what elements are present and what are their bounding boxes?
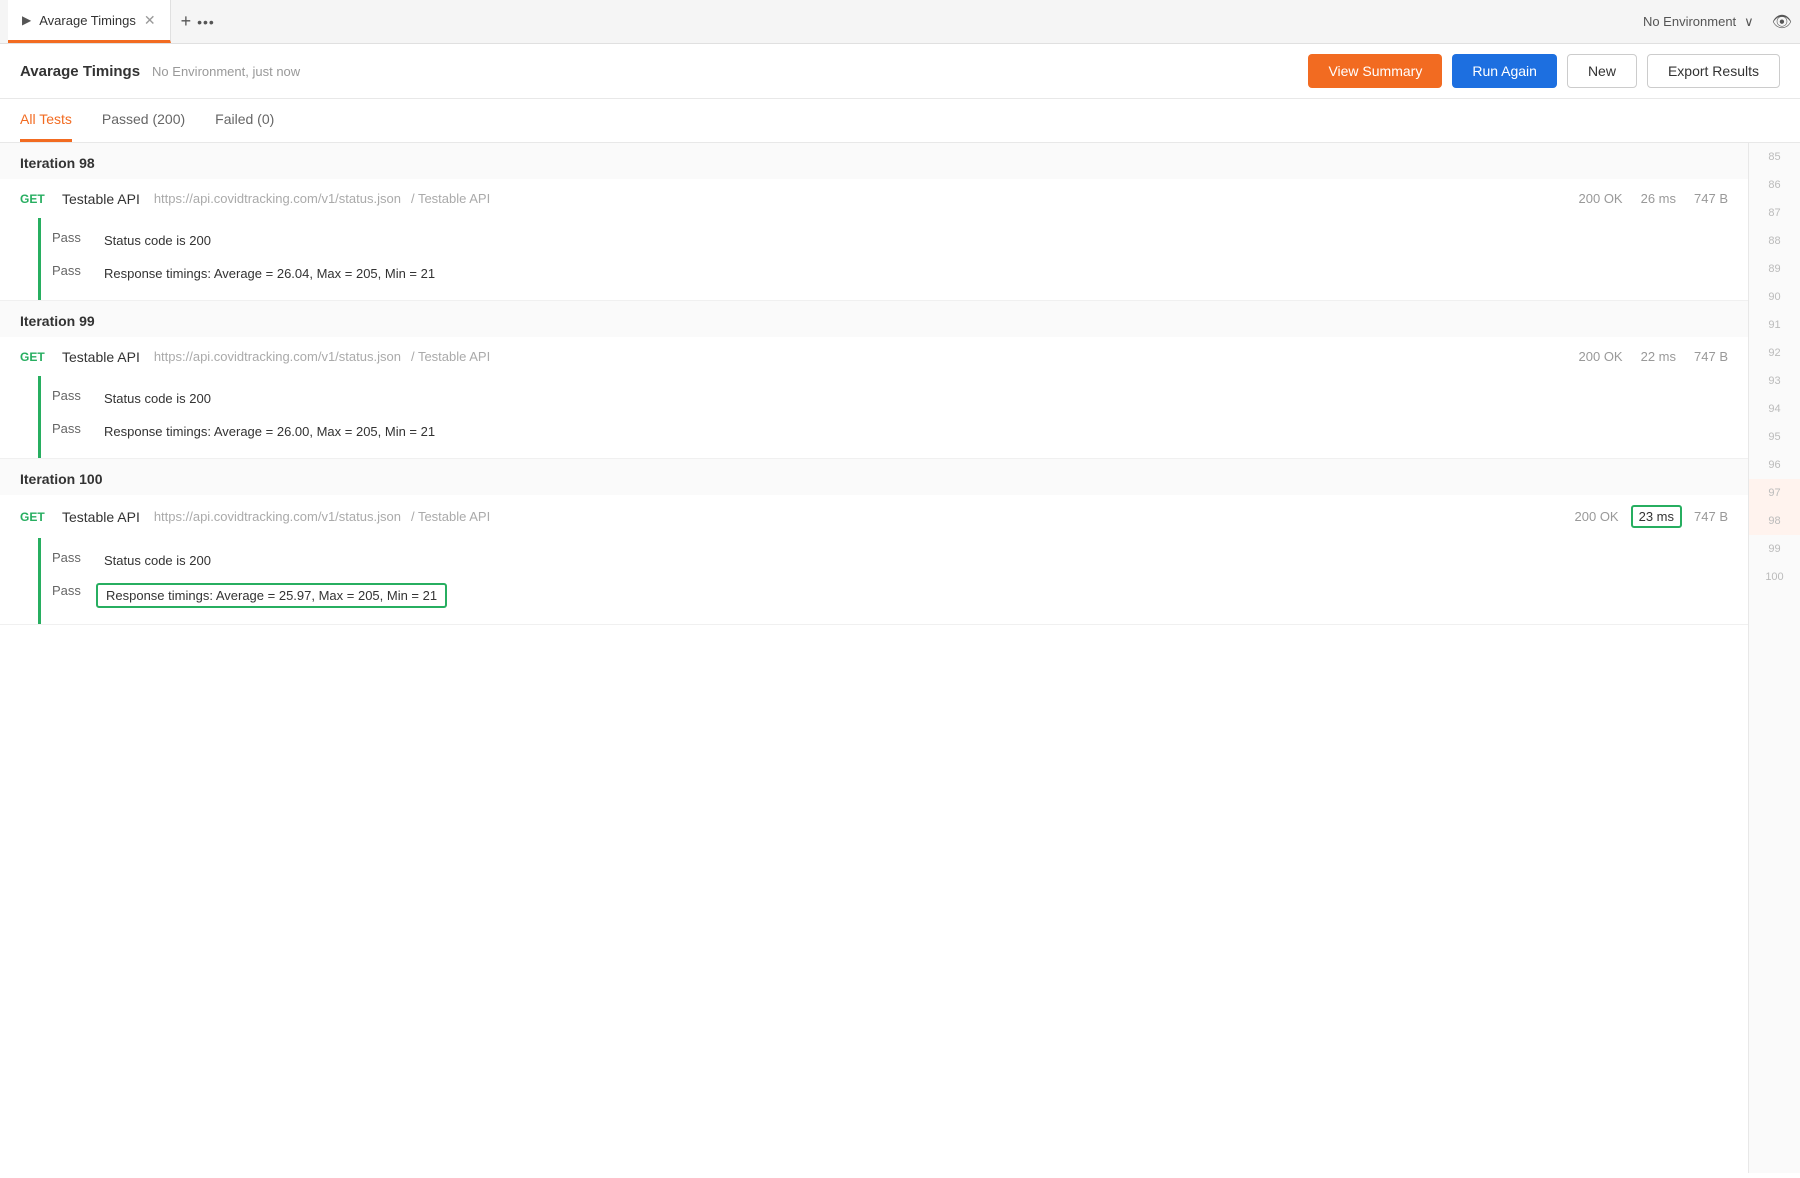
line-number-97: 97 (1749, 479, 1800, 507)
request-meta-99: 200 OK 22 ms 747 B (1579, 347, 1728, 366)
request-path-99: / Testable API (411, 349, 490, 364)
line-number-100: 100 (1749, 563, 1800, 591)
line-number-86: 86 (1749, 171, 1800, 199)
export-results-button[interactable]: Export Results (1647, 54, 1780, 88)
request-row-100[interactable]: GET Testable API https://api.covidtracki… (0, 495, 1748, 538)
tab-passed[interactable]: Passed (200) (102, 99, 185, 142)
request-name-99: Testable API (62, 349, 140, 365)
method-badge-100: GET (20, 510, 52, 524)
status-98: 200 OK (1579, 191, 1623, 206)
request-row-99[interactable]: GET Testable API https://api.covidtracki… (0, 337, 1748, 376)
chevron-down-icon: ∨ (1744, 14, 1754, 30)
new-button[interactable]: New (1567, 54, 1637, 88)
header-actions: View Summary Run Again New Export Result… (1308, 54, 1780, 88)
test-item-100-1: Pass Response timings: Average = 25.97, … (52, 577, 1728, 614)
pass-label-98-1: Pass (52, 263, 84, 278)
request-row-98[interactable]: GET Testable API https://api.covidtracki… (0, 179, 1748, 218)
line-numbers-sidebar: 858687888990919293949596979899100 (1748, 143, 1800, 1173)
test-results-content: Iteration 98 GET Testable API https://ap… (0, 143, 1748, 1173)
line-number-92: 92 (1749, 339, 1800, 367)
line-number-85: 85 (1749, 143, 1800, 171)
collection-title: Avarage Timings (20, 63, 140, 80)
line-number-98: 98 (1749, 507, 1800, 535)
line-number-93: 93 (1749, 367, 1800, 395)
pass-label-99-0: Pass (52, 388, 84, 403)
pass-label-100-0: Pass (52, 550, 84, 565)
test-item-100-0: Pass Status code is 200 (52, 544, 1728, 577)
iteration-99-header: Iteration 99 (0, 301, 1748, 337)
method-badge-99: GET (20, 350, 52, 364)
test-item-99-1: Pass Response timings: Average = 26.00, … (52, 415, 1728, 448)
close-tab-button[interactable]: ✕ (144, 12, 156, 29)
main-content: Iteration 98 GET Testable API https://ap… (0, 143, 1800, 1173)
pass-label-100-1: Pass (52, 583, 84, 598)
more-tabs-button[interactable]: ••• (197, 14, 215, 30)
request-meta-100: 200 OK 23 ms 747 B (1575, 505, 1728, 528)
request-path-98: / Testable API (411, 191, 490, 206)
timing-100-highlighted: 23 ms (1631, 505, 1682, 528)
iteration-100-block: Iteration 100 GET Testable API https://a… (0, 459, 1748, 625)
test-item-98-1: Pass Response timings: Average = 26.04, … (52, 257, 1728, 290)
test-text-98-1: Response timings: Average = 26.04, Max =… (96, 263, 443, 284)
line-number-91: 91 (1749, 311, 1800, 339)
test-item-98-0: Pass Status code is 200 (52, 224, 1728, 257)
line-number-96: 96 (1749, 451, 1800, 479)
request-path-100: / Testable API (411, 509, 490, 524)
line-number-88: 88 (1749, 227, 1800, 255)
timing-99: 22 ms (1635, 347, 1682, 366)
add-tab-button[interactable]: + (181, 11, 192, 32)
iteration-98-label: Iteration 98 (20, 155, 95, 171)
iteration-99-block: Iteration 99 GET Testable API https://ap… (0, 301, 1748, 459)
eye-icon[interactable]: 👁 (1772, 12, 1792, 32)
status-99: 200 OK (1579, 349, 1623, 364)
tab-all-tests[interactable]: All Tests (20, 99, 72, 142)
environment-selector[interactable]: No Environment ∨ 👁 (1643, 12, 1792, 32)
test-text-99-1: Response timings: Average = 26.00, Max =… (96, 421, 443, 442)
pass-label-99-1: Pass (52, 421, 84, 436)
status-100: 200 OK (1575, 509, 1619, 524)
iteration-100-label: Iteration 100 (20, 471, 102, 487)
test-item-99-0: Pass Status code is 200 (52, 382, 1728, 415)
test-text-100-0: Status code is 200 (96, 550, 219, 571)
request-name-98: Testable API (62, 191, 140, 207)
page-header: Avarage Timings No Environment, just now… (0, 44, 1800, 99)
view-summary-button[interactable]: View Summary (1308, 54, 1442, 88)
header-subtitle: No Environment, just now (152, 64, 300, 79)
tab-title: Avarage Timings (39, 13, 136, 28)
request-url-100: https://api.covidtracking.com/v1/status.… (154, 509, 401, 524)
test-results-99: Pass Status code is 200 Pass Response ti… (0, 376, 1748, 458)
timing-98: 26 ms (1635, 189, 1682, 208)
line-number-94: 94 (1749, 395, 1800, 423)
tab-bar: ▶ Avarage Timings ✕ + ••• No Environment… (0, 0, 1800, 44)
request-meta-98: 200 OK 26 ms 747 B (1579, 189, 1728, 208)
request-name-100: Testable API (62, 509, 140, 525)
pass-label-98-0: Pass (52, 230, 84, 245)
iteration-99-label: Iteration 99 (20, 313, 95, 329)
iteration-98-block: Iteration 98 GET Testable API https://ap… (0, 143, 1748, 301)
line-number-87: 87 (1749, 199, 1800, 227)
request-url-98: https://api.covidtracking.com/v1/status.… (154, 191, 401, 206)
request-url-99: https://api.covidtracking.com/v1/status.… (154, 349, 401, 364)
size-100: 747 B (1694, 509, 1728, 524)
run-again-button[interactable]: Run Again (1452, 54, 1557, 88)
test-text-98-0: Status code is 200 (96, 230, 219, 251)
test-results-100: Pass Status code is 200 Pass Response ti… (0, 538, 1748, 624)
environment-label: No Environment (1643, 14, 1736, 29)
method-badge-98: GET (20, 192, 52, 206)
tabs-navigation: All Tests Passed (200) Failed (0) (0, 99, 1800, 143)
line-number-89: 89 (1749, 255, 1800, 283)
active-tab[interactable]: ▶ Avarage Timings ✕ (8, 0, 171, 43)
line-number-90: 90 (1749, 283, 1800, 311)
test-text-99-0: Status code is 200 (96, 388, 219, 409)
test-text-100-1-highlighted: Response timings: Average = 25.97, Max =… (96, 583, 447, 608)
test-results-98: Pass Status code is 200 Pass Response ti… (0, 218, 1748, 300)
iteration-98-header: Iteration 98 (0, 143, 1748, 179)
line-number-99: 99 (1749, 535, 1800, 563)
iteration-100-header: Iteration 100 (0, 459, 1748, 495)
line-number-95: 95 (1749, 423, 1800, 451)
size-98: 747 B (1694, 191, 1728, 206)
tab-failed[interactable]: Failed (0) (215, 99, 274, 142)
play-icon: ▶ (22, 13, 31, 27)
size-99: 747 B (1694, 349, 1728, 364)
